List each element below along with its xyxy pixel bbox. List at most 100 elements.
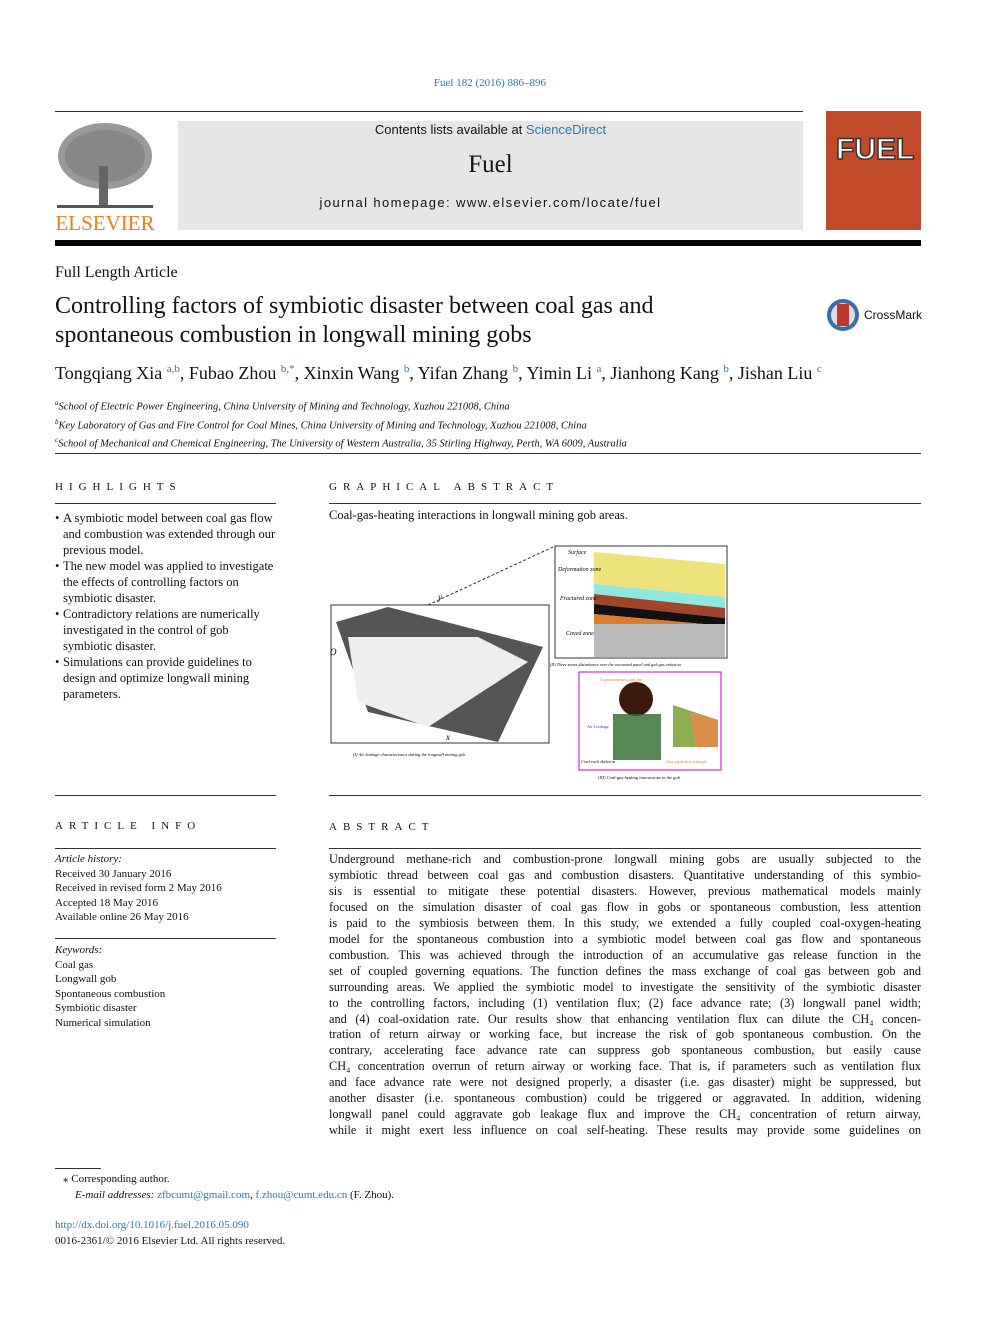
journal-cover[interactable]: FUEL: [826, 111, 921, 230]
doi-link[interactable]: http://dx.doi.org/10.1016/j.fuel.2016.05…: [55, 1219, 249, 1231]
title-line: Controlling factors of symbiotic disaste…: [55, 293, 654, 319]
svg-text:O: O: [330, 647, 337, 657]
divider: [329, 848, 921, 849]
divider: [55, 848, 276, 849]
keyword: Longwall gob: [55, 973, 117, 985]
corresponding-note: ⁎ Corresponding author.: [63, 1173, 170, 1185]
abstract-line: Underground methane-rich and combustion-…: [329, 852, 921, 866]
elsevier-logo[interactable]: ELSEVIER: [55, 121, 155, 235]
abstract-line: while it might exert less influence on c…: [329, 1123, 921, 1138]
highlight-item: A symbiotic model between coal gas flow …: [55, 510, 277, 558]
affiliations: aSchool of Electric Power Engineering, C…: [55, 396, 627, 452]
divider: [55, 795, 276, 796]
header-thick-rule: [55, 240, 921, 246]
abstract-line: surrounding areas. We applied the symbio…: [329, 979, 921, 994]
article-history: Article history: Received 30 January 201…: [55, 852, 222, 925]
crossmark-button[interactable]: CrossMark: [826, 298, 922, 332]
copyright: 0016-2361/© 2016 Elsevier Ltd. All right…: [55, 1235, 286, 1247]
divider: [329, 503, 921, 504]
divider: [55, 453, 921, 454]
svg-text:x: x: [445, 732, 450, 742]
journal-homepage[interactable]: journal homepage: www.elsevier.com/locat…: [178, 195, 803, 210]
affiliation: cSchool of Mechanical and Chemical Engin…: [55, 436, 627, 450]
history-item: Available online 26 May 2016: [55, 911, 189, 923]
paper-page: Fuel 182 (2016) 886–896 ELSEVIER Content…: [0, 0, 992, 1323]
svg-text:Coal-rock skeleton: Coal-rock skeleton: [581, 759, 616, 764]
cover-title: FUEL: [835, 132, 915, 167]
svg-text:(I) Air leakage characteristic: (I) Air leakage characteristics during t…: [353, 752, 466, 757]
abstract-line: to the controlling factors, including (1…: [329, 995, 921, 1010]
graphical-abstract-text: Coal-gas-heating interactions in longwal…: [329, 508, 628, 522]
keyword: Spontaneous combustion: [55, 987, 166, 1000]
history-item: Received in revised form 2 May 2016: [55, 882, 222, 894]
svg-text:Air Leakage: Air Leakage: [586, 724, 609, 729]
svg-text:Caved zone: Caved zone: [566, 631, 594, 637]
journal-citation[interactable]: Fuel 182 (2016) 886–896: [0, 77, 980, 89]
abstract-line: focused on the simulation disaster of co…: [329, 899, 921, 914]
highlights-heading: HIGHLIGHTS: [55, 481, 182, 493]
abstract-line: sis is essential to mitigate these poten…: [329, 883, 921, 898]
highlight-item: The new model was applied to investigate…: [55, 558, 277, 606]
keyword: Numerical simulation: [55, 1016, 151, 1029]
elsevier-tree-icon: ELSEVIER: [55, 123, 155, 235]
highlight-item: Simulations can provide guidelines to de…: [55, 654, 277, 702]
abstract-line: contrary, accelerating face advance rate…: [329, 1043, 921, 1058]
email-label: E-mail addresses:: [75, 1189, 158, 1201]
author[interactable]: Tongqiang Xia a,b,: [55, 363, 189, 383]
footnotes: ⁎ Corresponding author. E-mail addresses…: [55, 1173, 394, 1247]
svg-text:ELSEVIER: ELSEVIER: [55, 211, 154, 233]
contents-prefix: Contents lists available at: [374, 122, 526, 137]
history-label: Article history:: [55, 853, 122, 865]
abstract-line: tration of return airway or working face…: [329, 1027, 921, 1042]
author[interactable]: Jianhong Kang b,: [610, 363, 737, 383]
keyword: Symbiotic disaster: [55, 1002, 137, 1014]
affiliation: bKey Laboratory of Gas and Fire Control …: [55, 417, 587, 432]
sciencedirect-link[interactable]: ScienceDirect: [526, 122, 606, 137]
email-link[interactable]: f.zhou@cumt.edu.cn: [256, 1189, 348, 1201]
history-item: Accepted 18 May 2016: [55, 896, 158, 909]
crossmark-icon: [827, 299, 859, 331]
divider: [55, 503, 276, 504]
article-title: Controlling factors of symbiotic disaste…: [55, 292, 775, 350]
affiliation: aSchool of Electric Power Engineering, C…: [55, 399, 510, 413]
abstract-line: another disaster (i.e. spontaneous combu…: [329, 1091, 921, 1106]
svg-text:(III) Coal-gas-heating interac: (III) Coal-gas-heating interactions in t…: [598, 775, 681, 780]
email-link[interactable]: zfbcumt@gmail.com: [157, 1189, 250, 1201]
abstract-line: CH₄ concentration overrun of return airw…: [329, 1059, 921, 1074]
abstract-line: model for the spontaneous combustion int…: [329, 931, 921, 946]
author-list: Tongqiang Xia a,b, Fubao Zhou b,*, Xinxi…: [55, 363, 822, 384]
keywords: Keywords: Coal gas Longwall gob Spontane…: [55, 943, 165, 1030]
author[interactable]: Xinxin Wang b,: [304, 363, 418, 383]
author[interactable]: Fubao Zhou b,*,: [189, 363, 304, 383]
divider: [329, 795, 921, 796]
article-info-heading: ARTICLE INFO: [55, 820, 202, 832]
author[interactable]: Yifan Zhang b,: [418, 363, 527, 383]
svg-text:Deformation zone: Deformation zone: [557, 566, 602, 573]
abstract-line: symbiotic thread between coal gas and co…: [329, 867, 921, 882]
abstract-line: longwall panel could aggravate gob leaka…: [329, 1107, 921, 1122]
header-rule: [55, 111, 803, 112]
email-suffix: (F. Zhou).: [347, 1189, 394, 1201]
abstract-line: is paid to the symbiosis between them. I…: [329, 915, 921, 930]
svg-text:Fractured zone: Fractured zone: [559, 596, 597, 602]
journal-name: Fuel: [468, 151, 513, 178]
keywords-label: Keywords:: [55, 944, 103, 956]
article-type: Full Length Article: [55, 264, 178, 281]
title-line: spontaneous combustion in longwall minin…: [55, 322, 532, 348]
abstract-line: and (4) coal-oxidation rate. Our results…: [329, 1011, 921, 1026]
abstract-line: combustion. This was achieved through th…: [329, 947, 921, 962]
svg-text:Gas explosion triangle: Gas explosion triangle: [666, 759, 707, 764]
highlights-list: A symbiotic model between coal gas flow …: [55, 510, 277, 702]
abstract-line: and face advance rate were not designed …: [329, 1075, 921, 1090]
keyword: Coal gas: [55, 958, 94, 971]
author[interactable]: Yimin Li a,: [527, 363, 611, 383]
graphical-abstract-figure: y x O (I) Air leakage characteristics du…: [330, 545, 728, 780]
svg-text:A spontaneous coal fire: A spontaneous coal fire: [599, 677, 642, 682]
abstract-line: set of coupled governing equations. The …: [329, 963, 921, 978]
journal-banner: Contents lists available at ScienceDirec…: [178, 121, 803, 230]
highlight-item: Contradictory relations are numerically …: [55, 606, 277, 654]
author[interactable]: Jishan Liu c: [738, 363, 822, 383]
graphical-abstract-heading: GRAPHICAL ABSTRACT: [329, 481, 560, 493]
divider: [55, 938, 276, 939]
footnote-rule: [55, 1168, 101, 1169]
